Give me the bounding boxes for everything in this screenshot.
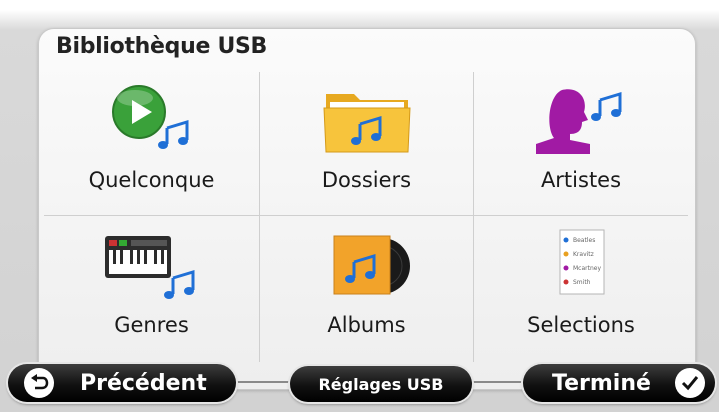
playlist-entry: Kravitz [573,251,594,258]
library-grid: Quelconque Dossiers Artistes Genres Albu… [44,72,688,382]
done-button[interactable]: Terminé [523,364,715,402]
top-strip [0,0,719,10]
item-label: Artistes [540,168,622,192]
page-title: Bibliothèque USB [56,34,268,59]
play-music-icon [111,85,189,151]
back-arrow-icon [24,368,54,398]
item-label: Dossiers [321,168,412,192]
usb-settings-label: Réglages USB [318,374,444,394]
usb-settings-button[interactable]: Réglages USB [290,366,472,402]
item-label: Selections [527,313,635,337]
playlist-entry: Beatles [573,237,595,244]
grid-item-genres[interactable]: Genres [44,216,260,362]
back-button-label: Précédent [80,370,207,396]
item-label: Genres [114,313,189,337]
grid-item-dossiers[interactable]: Dossiers [260,72,474,216]
item-label: Quelconque [88,168,215,192]
playlist-entry: Smith [573,279,591,286]
playlist-icon: Beatles Kravitz Mcartney Smith [559,229,605,295]
checkmark-icon [675,368,705,398]
footer-divider [236,381,290,383]
grid-item-albums[interactable]: Albums [260,216,474,362]
grid-item-quelconque[interactable]: Quelconque [44,72,260,216]
grid-item-artistes[interactable]: Artistes [474,72,688,216]
back-button[interactable]: Précédent [8,364,236,402]
footer-divider [472,381,523,383]
album-icon [333,235,410,295]
music-folder-icon [322,94,411,153]
item-label: Albums [327,313,406,337]
playlist-entry: Mcartney [573,265,601,272]
done-button-label: Terminé [552,370,651,396]
artist-music-icon [536,89,623,154]
keyboard-music-icon [104,236,195,301]
grid-item-selections[interactable]: Beatles Kravitz Mcartney Smith Selection… [474,216,688,362]
